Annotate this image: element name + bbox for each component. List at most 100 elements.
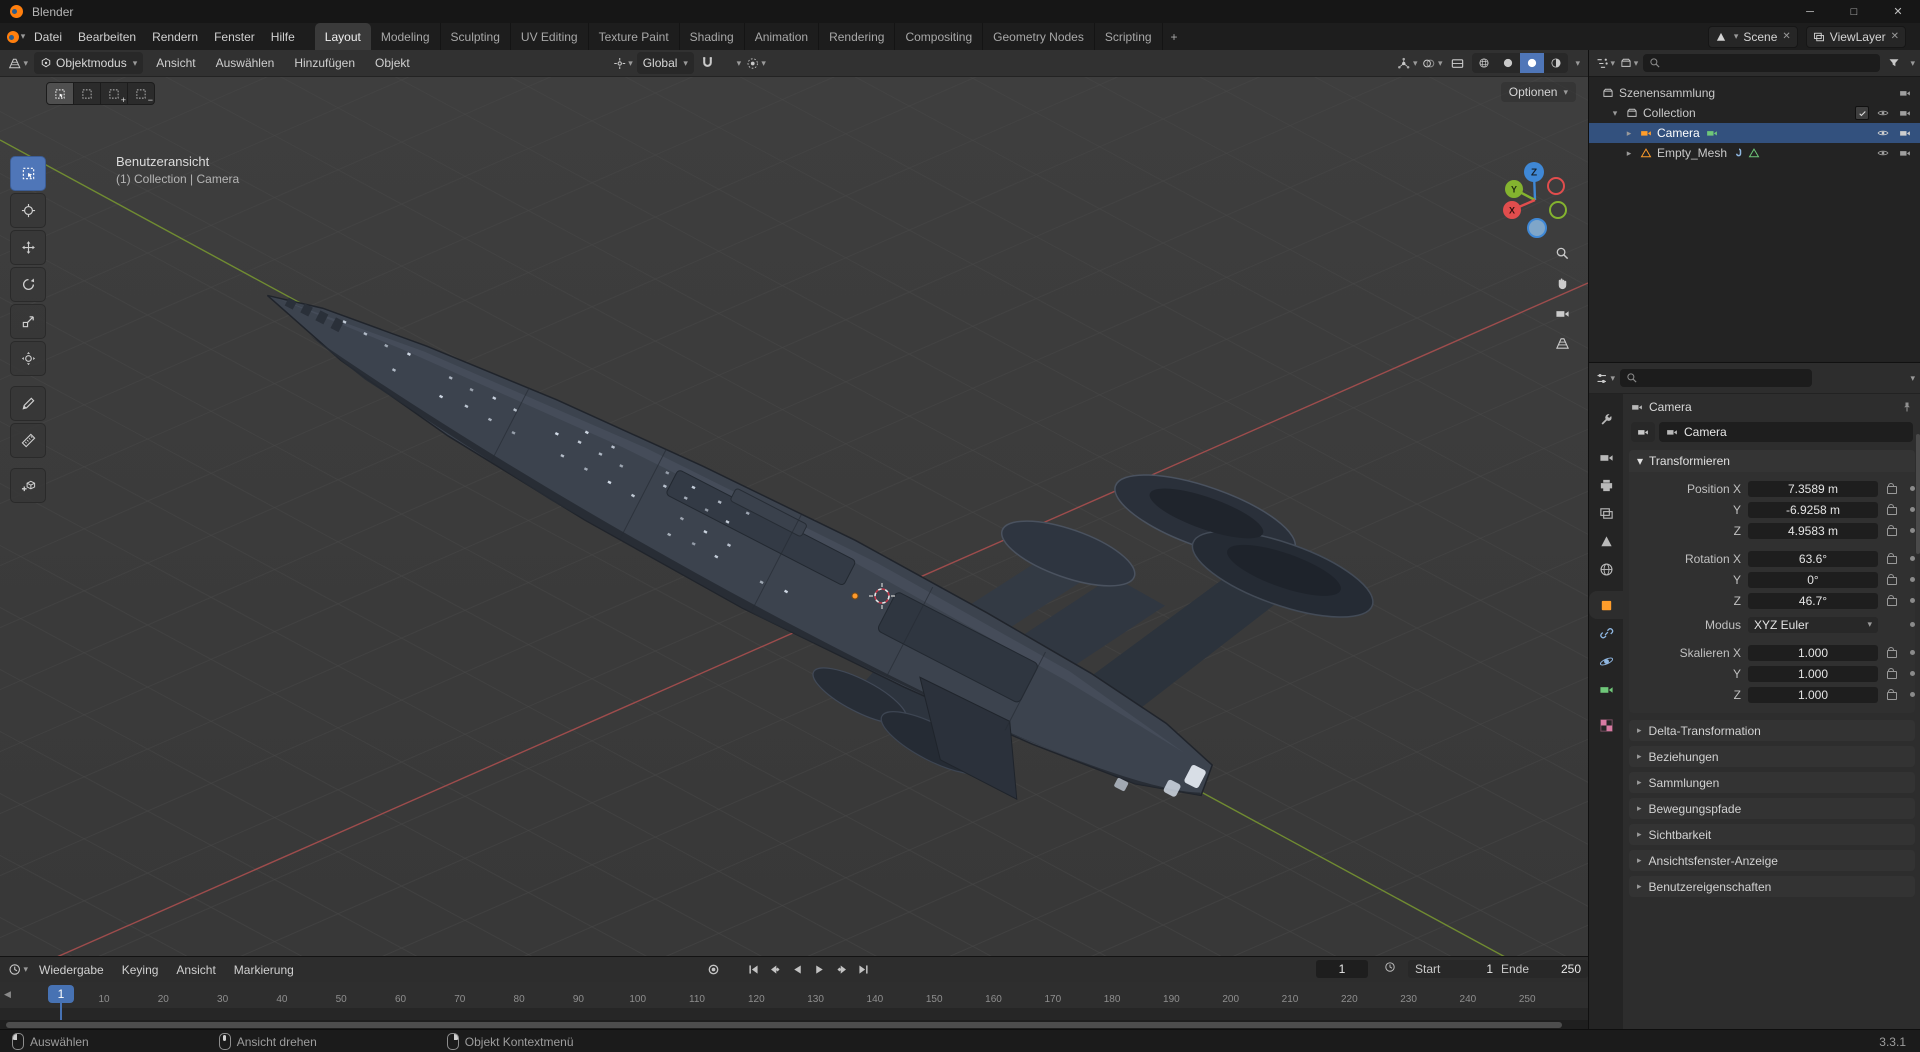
current-frame-field[interactable]: 1 bbox=[1316, 960, 1368, 978]
menu-auswaehlen[interactable]: Auswählen bbox=[209, 53, 282, 73]
xray-toggle-icon[interactable] bbox=[1447, 53, 1467, 73]
properties-tab-object[interactable] bbox=[1589, 591, 1623, 619]
transform-pivot-icon[interactable]: ▾ bbox=[613, 53, 633, 73]
menu-ansicht[interactable]: Ansicht bbox=[169, 960, 222, 980]
menu-hinzufuegen[interactable]: Hinzufügen bbox=[287, 53, 362, 73]
unlink-viewlayer-icon[interactable]: ✕ bbox=[1891, 31, 1899, 42]
hide-eye-icon[interactable] bbox=[1877, 147, 1889, 159]
add-workspace-button[interactable]: + bbox=[1163, 23, 1186, 50]
rotation-z-field[interactable]: 46.7° bbox=[1748, 592, 1878, 609]
scene-selector[interactable]: ▾ Scene ✕ bbox=[1707, 25, 1798, 48]
pan-hand-icon[interactable] bbox=[1547, 270, 1577, 297]
position-z-field[interactable]: 4.9583 m bbox=[1748, 522, 1878, 539]
workspace-tab-modeling[interactable]: Modeling bbox=[371, 23, 441, 50]
properties-tab-output[interactable] bbox=[1589, 471, 1623, 499]
orientation-dropdown[interactable]: Global ▾ bbox=[636, 52, 694, 74]
object-name-field[interactable]: Camera bbox=[1659, 422, 1913, 442]
animate-dot[interactable] bbox=[1909, 556, 1915, 561]
properties-tab-render[interactable] bbox=[1589, 443, 1623, 471]
editor-type-icon[interactable]: ▾ bbox=[1595, 53, 1615, 73]
workspace-tab-uv-editing[interactable]: UV Editing bbox=[511, 23, 589, 50]
properties-tab-physics[interactable] bbox=[1589, 647, 1623, 675]
playback-sync-icon[interactable] bbox=[1384, 961, 1396, 973]
menu-ansicht[interactable]: Ansicht bbox=[149, 53, 202, 73]
collapse-arrow-icon[interactable]: ◀ bbox=[4, 989, 11, 1000]
section-beziehungen[interactable]: ▸ Beziehungen bbox=[1629, 746, 1915, 767]
workspace-tab-scripting[interactable]: Scripting bbox=[1095, 23, 1163, 50]
menu-fenster[interactable]: Fenster bbox=[206, 26, 263, 48]
editor-type-icon[interactable]: ▾ bbox=[8, 960, 28, 980]
animate-dot[interactable] bbox=[1909, 486, 1915, 491]
tool-select-box[interactable] bbox=[10, 156, 46, 191]
play-button[interactable] bbox=[809, 960, 829, 979]
gizmo-axis-z-neg[interactable] bbox=[1527, 218, 1547, 238]
lock-icon[interactable] bbox=[1883, 574, 1901, 585]
lock-icon[interactable] bbox=[1883, 647, 1901, 658]
section-ansichtsfenster-anzeige[interactable]: ▸ Ansichtsfenster-Anzeige bbox=[1629, 850, 1915, 871]
tool-measure[interactable] bbox=[10, 423, 46, 458]
animate-dot[interactable] bbox=[1909, 528, 1915, 533]
jump-to-end-button[interactable] bbox=[853, 960, 873, 979]
section-bewegungspfade[interactable]: ▸ Bewegungspfade bbox=[1629, 798, 1915, 819]
animate-dot[interactable] bbox=[1909, 671, 1915, 676]
lock-icon[interactable] bbox=[1883, 553, 1901, 564]
section-sichtbarkeit[interactable]: ▸ Sichtbarkeit bbox=[1629, 824, 1915, 845]
menu-rendern[interactable]: Rendern bbox=[144, 26, 206, 48]
workspace-tab-shading[interactable]: Shading bbox=[680, 23, 745, 50]
workspace-tab-sculpting[interactable]: Sculpting bbox=[441, 23, 511, 50]
workspace-tab-layout[interactable]: Layout bbox=[314, 23, 371, 50]
current-frame-marker[interactable]: 1 bbox=[48, 985, 74, 1003]
id-browse-button[interactable] bbox=[1631, 422, 1655, 442]
lock-icon[interactable] bbox=[1883, 525, 1901, 536]
select-mode-tweak-button[interactable] bbox=[46, 82, 74, 105]
properties-tab-texture[interactable] bbox=[1589, 711, 1623, 739]
navigation-gizmo[interactable]: Z Y X bbox=[1484, 148, 1588, 252]
shading-solid-button[interactable] bbox=[1496, 53, 1520, 73]
disclosure-icon[interactable]: ▸ bbox=[1623, 128, 1635, 139]
timeline-tracks[interactable] bbox=[0, 1008, 1588, 1020]
select-mode-new-button[interactable] bbox=[74, 82, 101, 105]
animate-dot[interactable] bbox=[1909, 507, 1915, 512]
viewport-canvas[interactable] bbox=[0, 76, 1588, 956]
shading-material-button[interactable] bbox=[1520, 53, 1545, 73]
lock-icon[interactable] bbox=[1883, 504, 1901, 515]
tool-annotate[interactable] bbox=[10, 386, 46, 421]
auto-keying-button[interactable] bbox=[703, 960, 723, 979]
render-visibility-icon[interactable] bbox=[1899, 147, 1911, 159]
scale-z-field[interactable]: 1.000 bbox=[1748, 686, 1878, 703]
exclude-checkbox[interactable] bbox=[1855, 106, 1869, 120]
pin-icon[interactable] bbox=[1901, 401, 1913, 413]
workspace-tab-texture-paint[interactable]: Texture Paint bbox=[589, 23, 680, 50]
outliner-row-camera[interactable]: ▸ Camera bbox=[1589, 123, 1920, 143]
frame-end-field[interactable]: Ende 250 bbox=[1494, 960, 1588, 978]
properties-search-input[interactable] bbox=[1620, 369, 1812, 387]
play-reverse-button[interactable] bbox=[787, 960, 807, 979]
workspace-tab-rendering[interactable]: Rendering bbox=[819, 23, 896, 50]
viewlayer-selector[interactable]: ViewLayer ✕ bbox=[1805, 25, 1906, 48]
lock-icon[interactable] bbox=[1883, 689, 1901, 700]
editor-type-icon[interactable]: ▾ bbox=[1595, 368, 1615, 388]
filter-icon[interactable] bbox=[1884, 53, 1904, 73]
properties-tab-tool[interactable] bbox=[1589, 407, 1623, 435]
tool-cursor[interactable] bbox=[10, 193, 46, 228]
position-x-field[interactable]: 7.3589 m bbox=[1748, 480, 1878, 497]
transform-panel-header[interactable]: ▾ Transformieren bbox=[1629, 450, 1915, 472]
lock-icon[interactable] bbox=[1883, 483, 1901, 494]
section-benutzereigenschaften[interactable]: ▸ Benutzereigenschaften bbox=[1629, 876, 1915, 897]
gizmo-axis-x-neg[interactable] bbox=[1547, 177, 1565, 195]
app-menu-icon[interactable]: ▾ bbox=[6, 27, 26, 47]
properties-tab-object-data[interactable] bbox=[1589, 675, 1623, 703]
tool-transform[interactable] bbox=[10, 341, 46, 376]
shading-settings-icon[interactable]: ▾ bbox=[1575, 58, 1580, 69]
section-sammlungen[interactable]: ▸ Sammlungen bbox=[1629, 772, 1915, 793]
menu-keying[interactable]: Keying bbox=[115, 960, 166, 980]
snap-settings-icon[interactable]: ▾ bbox=[722, 53, 742, 73]
zoom-icon[interactable] bbox=[1547, 240, 1577, 267]
menu-objekt[interactable]: Objekt bbox=[368, 53, 417, 73]
workspace-tab-geometry-nodes[interactable]: Geometry Nodes bbox=[983, 23, 1095, 50]
chevron-down-icon[interactable]: ▾ bbox=[1910, 58, 1915, 69]
gizmos-toggle-icon[interactable]: ▾ bbox=[1397, 53, 1417, 73]
disclosure-icon[interactable]: ▾ bbox=[1609, 108, 1621, 119]
chevron-down-icon[interactable]: ▾ bbox=[1910, 373, 1915, 384]
properties-tab-view-layer[interactable] bbox=[1589, 499, 1623, 527]
